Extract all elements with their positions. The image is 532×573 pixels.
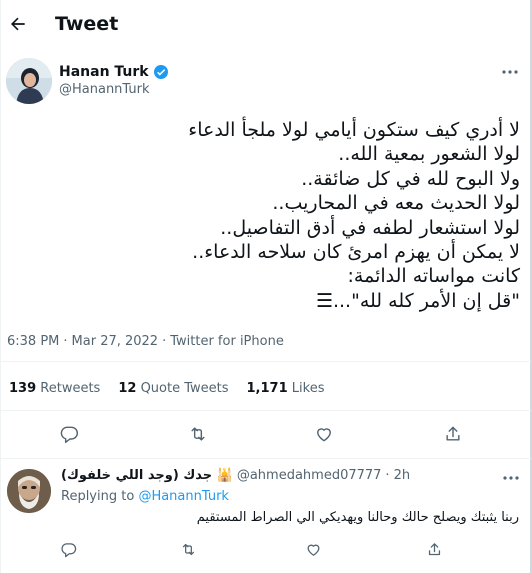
share-icon[interactable] xyxy=(422,537,446,561)
reply-header: جدك (وجد اللي خلفوك) 🕌 @ahmedahmed07777 … xyxy=(61,468,410,483)
reply-time[interactable]: 2h xyxy=(394,468,411,483)
verified-badge-icon xyxy=(153,64,169,80)
meta-separator: · xyxy=(162,334,167,349)
likes-stat[interactable]: 1,171 Likes xyxy=(247,381,325,396)
reply-author-name[interactable]: جدك (وجد اللي خلفوك) 🕌 xyxy=(61,468,233,483)
tweet-line: لولا استشعار لطفه في أدق التفاصيل.. xyxy=(220,216,520,239)
likes-label: Likes xyxy=(291,381,325,396)
tweet-line: لا أدري كيف ستكون أيامي لولا ملجأ الدعاء xyxy=(188,119,520,141)
reply-text: ربنا يثبتك ويصلح حالك وحالنا ويهديكي الي… xyxy=(196,510,519,525)
tweet-meta: 6:38 PM · Mar 27, 2022 · Twitter for iPh… xyxy=(7,334,284,349)
author-name[interactable]: Hanan Turk xyxy=(59,64,149,80)
reply-icon[interactable] xyxy=(57,422,81,446)
divider xyxy=(1,458,531,459)
like-icon[interactable] xyxy=(312,422,336,446)
replying-to-handle[interactable]: @HanannTurk xyxy=(138,489,229,504)
tweet-text: لا أدري كيف ستكون أيامي لولا ملجأ الدعاء… xyxy=(50,118,520,313)
quotes-label: Quote Tweets xyxy=(140,381,229,396)
reply-avatar[interactable] xyxy=(7,469,51,513)
tweet-line: "قل إن الأمر كله لله"...☰ xyxy=(315,289,520,312)
tweet-line: لولا الشعور بمعية الله.. xyxy=(338,143,520,166)
retweets-label: Retweets xyxy=(40,381,101,396)
quotes-count: 12 xyxy=(118,381,137,396)
tweet-page: Tweet Hanan Turk @HanannTurk لا أدري كيف… xyxy=(0,0,532,573)
tweet-line: لولا الحديث معه في المحاريب.. xyxy=(272,192,520,215)
replying-label: Replying to xyxy=(61,489,135,504)
retweets-stat[interactable]: 139 Retweets xyxy=(9,381,100,396)
arrow-left-icon[interactable] xyxy=(7,13,29,35)
meta-separator: · xyxy=(385,468,390,483)
share-icon[interactable] xyxy=(441,422,465,446)
top-bar: Tweet xyxy=(1,0,531,50)
meta-separator: · xyxy=(63,334,68,349)
like-icon[interactable] xyxy=(301,537,325,561)
divider xyxy=(1,361,531,362)
tweet-actions xyxy=(1,420,531,450)
page-title: Tweet xyxy=(55,13,119,35)
retweet-icon[interactable] xyxy=(176,537,200,561)
tweet-line: كانت مواساته الدائمة: xyxy=(347,265,521,288)
author-handle[interactable]: @HanannTurk xyxy=(59,82,150,97)
retweets-count: 139 xyxy=(9,381,37,396)
tweet-stats: 139 Retweets 12 Quote Tweets 1,171 Likes xyxy=(9,381,324,396)
more-horizontal-icon[interactable] xyxy=(500,64,520,78)
tweet-author: Hanan Turk @HanannTurk xyxy=(6,58,526,108)
tweet-line: لا يمكن أن يهزم امرئ كان سلاحه الدعاء.. xyxy=(192,241,520,264)
more-horizontal-icon[interactable] xyxy=(501,470,521,484)
retweet-icon[interactable] xyxy=(186,422,210,446)
tweet-date[interactable]: Mar 27, 2022 xyxy=(72,334,159,349)
likes-count: 1,171 xyxy=(246,381,288,396)
reply-actions xyxy=(1,537,531,561)
author-avatar[interactable] xyxy=(6,58,52,104)
quotes-stat[interactable]: 12 Quote Tweets xyxy=(118,381,228,396)
tweet-time[interactable]: 6:38 PM xyxy=(7,334,59,349)
reply-author-handle[interactable]: @ahmedahmed07777 xyxy=(237,468,382,483)
reply-icon[interactable] xyxy=(56,537,80,561)
tweet-line: ولا البوح لله في كل ضائقة.. xyxy=(301,167,520,190)
author-name-row: Hanan Turk xyxy=(59,64,169,80)
divider xyxy=(1,410,531,411)
replying-to: Replying to @HanannTurk xyxy=(61,489,229,504)
reply-tweet[interactable]: جدك (وجد اللي خلفوك) 🕌 @ahmedahmed07777 … xyxy=(1,462,531,573)
tweet-source[interactable]: Twitter for iPhone xyxy=(170,334,284,349)
